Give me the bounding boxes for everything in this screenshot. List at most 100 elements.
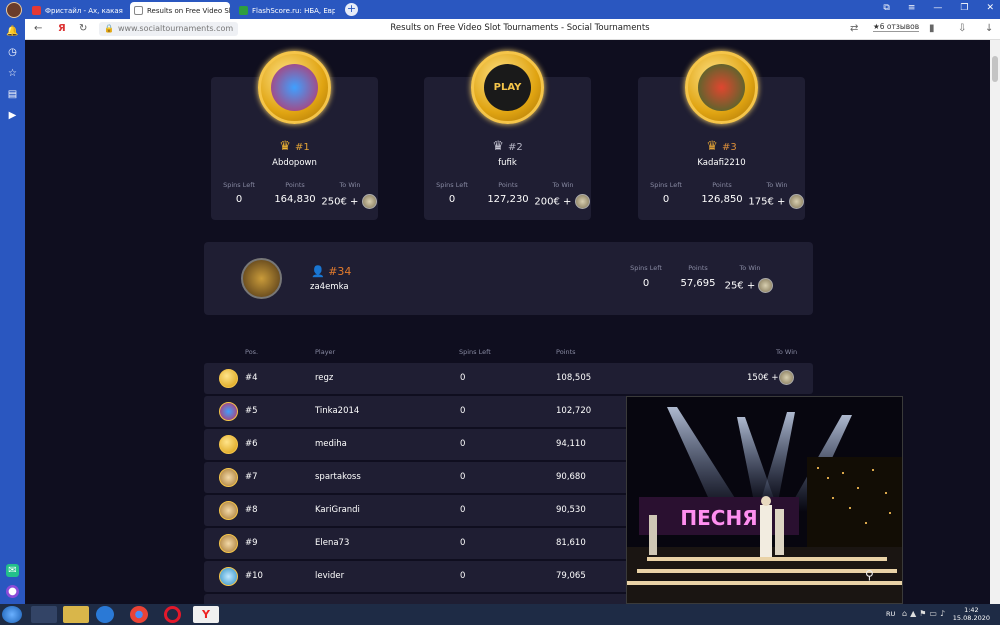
clock-date: 15.08.2020: [952, 614, 990, 622]
row-player: levider: [315, 571, 345, 581]
messenger-icon[interactable]: ✉: [6, 564, 19, 577]
page-title: Results on Free Video Slot Tournaments -…: [390, 23, 650, 33]
prize-icon: [574, 194, 590, 209]
tab-youtube[interactable]: Фристайл - Ах, какая ✕: [28, 2, 128, 19]
row-spins-left: 0: [460, 505, 466, 515]
row-spins-left: 0: [460, 439, 466, 449]
tab-results[interactable]: Results on Free Video Sl ✕: [130, 2, 230, 19]
pin-icon[interactable]: ⧉: [883, 3, 889, 13]
history-icon[interactable]: ◷: [6, 46, 19, 59]
points-label: Points: [712, 181, 732, 189]
download-arrow-icon[interactable]: ↓: [985, 23, 993, 34]
row-spins-left: 0: [460, 538, 466, 548]
header-points: Points: [556, 348, 576, 356]
svg-text:⚲: ⚲: [865, 568, 874, 582]
player-avatar: [219, 468, 238, 487]
spins-left-value: 0: [448, 194, 456, 205]
internet-explorer-icon[interactable]: [96, 606, 114, 623]
alice-icon[interactable]: ●: [6, 585, 19, 598]
rank-label: #3: [722, 142, 737, 153]
media-player-icon[interactable]: [31, 606, 57, 623]
clock[interactable]: 1:42 15.08.2020: [953, 606, 990, 622]
yandex-browser-icon[interactable]: Y: [193, 606, 219, 623]
my-to-win: 25€ +: [724, 280, 756, 292]
tab-flashscore[interactable]: FlashScore.ru: НБА, Европ ✕: [235, 2, 335, 19]
my-rank-card: 👤 #34 za4emka Spins Left Points To Win 0…: [204, 242, 813, 315]
tray-icons[interactable]: ⌂▲⚑▭♪: [902, 609, 948, 618]
page-scrollbar[interactable]: [990, 40, 1000, 604]
prize-icon: [361, 194, 377, 209]
concert-stage-image: ПЕСНЯ ⚲: [627, 397, 902, 603]
rank-label: #1: [295, 142, 310, 153]
row-player: KariGrandi: [315, 505, 360, 515]
new-tab-button[interactable]: +: [345, 3, 358, 16]
to-win-label: To Win: [339, 181, 361, 189]
prize-icon: [779, 370, 794, 385]
pharaoh-icon: [241, 258, 282, 299]
yandex-icon[interactable]: Я: [58, 23, 66, 34]
header-to-win: To Win: [776, 348, 798, 356]
translate-icon[interactable]: ⇄: [850, 23, 858, 34]
row-rank: #6: [245, 439, 258, 449]
tab-bar: Фристайл - Ах, какая ✕ Results on Free V…: [0, 0, 1000, 19]
row-rank: #8: [245, 505, 258, 515]
reload-icon[interactable]: ↻: [79, 23, 87, 34]
header-spins-left: Spins Left: [459, 348, 491, 356]
points-label: Points: [285, 181, 305, 189]
bookmark-icon[interactable]: ▮: [929, 23, 935, 34]
row-player: Elena73: [315, 538, 350, 548]
player-avatar: [219, 567, 238, 586]
file-explorer-icon[interactable]: [63, 606, 89, 623]
bell-icon[interactable]: 🔔: [6, 25, 19, 38]
menu-icon[interactable]: ≡: [908, 3, 916, 13]
spins-left-label: Spins Left: [436, 181, 468, 189]
row-player: regz: [315, 373, 334, 383]
window-controls: ⧉ ≡ — ❐ ✕: [883, 3, 994, 13]
spins-left-label: Spins Left: [223, 181, 255, 189]
top3-card-1: ♛ #1 Abdopown Spins Left Points To Win 0…: [211, 51, 378, 220]
row-rank: #5: [245, 406, 258, 416]
language-indicator[interactable]: RU: [886, 610, 895, 618]
close-window-icon[interactable]: ✕: [986, 3, 994, 13]
row-spins-left: 0: [460, 571, 466, 581]
minimize-icon[interactable]: —: [933, 3, 942, 13]
spins-left-label: Spins Left: [630, 264, 662, 272]
prize-icon: [788, 194, 804, 209]
table-row[interactable]: #4 regz 0 108,505 150€ +: [204, 363, 813, 394]
pip-video-player[interactable]: ПЕСНЯ ⚲: [626, 396, 903, 604]
chrome-icon[interactable]: [130, 606, 148, 623]
rank-label: #2: [508, 142, 523, 153]
prize-icon: [758, 278, 774, 293]
star-icon[interactable]: ☆: [6, 67, 19, 80]
my-rank: #34: [328, 265, 352, 278]
spins-left-value: 0: [662, 194, 670, 205]
play-circle-icon[interactable]: ▶: [6, 109, 19, 122]
browser-sidebar: 🔔 ◷ ☆ ▤ ▶ ✉ ●: [0, 19, 25, 604]
downloads-icon[interactable]: ⇩: [958, 23, 966, 34]
back-icon[interactable]: ←: [34, 23, 42, 34]
close-icon[interactable]: ✕: [127, 6, 128, 15]
row-points: 94,110: [556, 439, 586, 449]
row-points: 90,680: [556, 472, 586, 482]
start-button[interactable]: [2, 606, 22, 623]
opera-icon[interactable]: [164, 606, 181, 623]
scroll-thumb[interactable]: [992, 56, 998, 82]
row-to-win: 150€ +: [747, 373, 779, 383]
to-win-label: To Win: [552, 181, 574, 189]
collections-icon[interactable]: ▤: [6, 88, 19, 101]
top3-card-2: PLAY ♛ #2 fufik Spins Left Points To Win…: [424, 51, 591, 220]
restore-icon[interactable]: ❐: [960, 3, 968, 13]
profile-avatar[interactable]: [6, 2, 22, 18]
row-points: 108,505: [556, 373, 592, 383]
reviews-link[interactable]: ★6 отзывов: [873, 22, 920, 32]
clock-time: 1:42: [964, 606, 979, 614]
my-name: za4emka: [310, 282, 349, 292]
url-field[interactable]: 🔒 www.socialtournaments.com: [99, 22, 239, 36]
to-win-value: 175€ +: [748, 196, 786, 208]
crown-icon: ♛: [279, 139, 291, 154]
my-spins-left: 0: [642, 278, 650, 289]
points-label: Points: [688, 264, 708, 272]
row-rank: #9: [245, 538, 258, 548]
jester-icon: [258, 51, 331, 124]
row-rank: #10: [245, 571, 263, 581]
